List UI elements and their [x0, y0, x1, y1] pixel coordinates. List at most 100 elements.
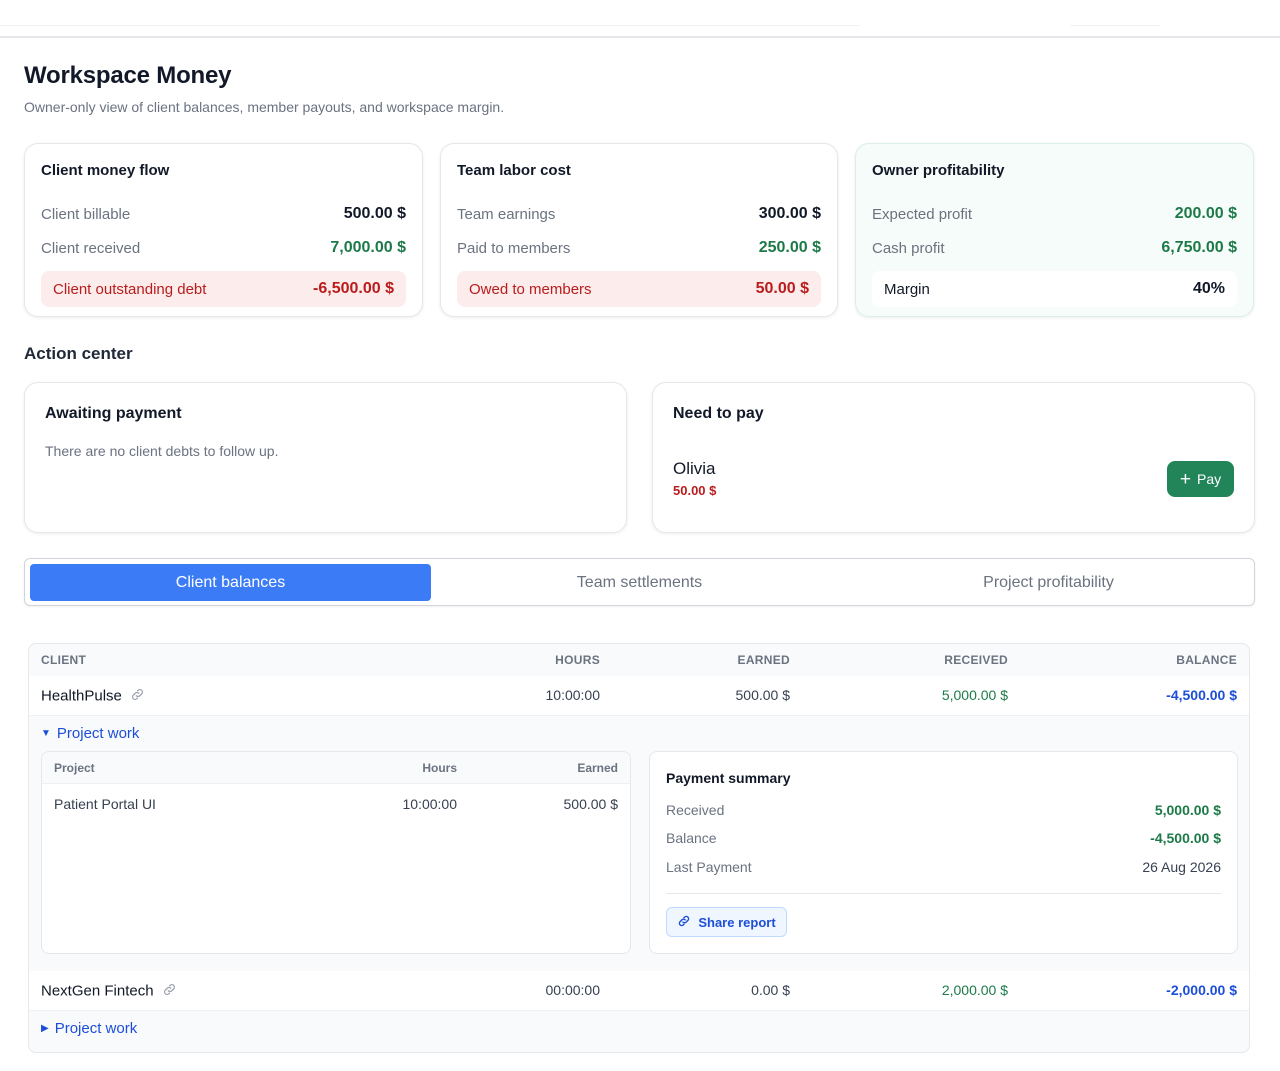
project-work-toggle[interactable]: ▶ Project work [41, 1020, 137, 1037]
client-name-cell: HealthPulse [41, 687, 145, 706]
client-debt-value: -6,500.00 $ [313, 280, 394, 297]
payment-balance-row: Balance -4,500.00 $ [666, 830, 1221, 850]
tab-project-profitability[interactable]: Project profitability [848, 564, 1249, 601]
client-outstanding-debt-row: Client outstanding debt -6,500.00 $ [41, 271, 406, 307]
link-icon[interactable] [130, 687, 145, 706]
hours-cell: 10:00:00 [545, 687, 601, 703]
client-received-row: Client received 7,000.00 $ [41, 231, 406, 265]
owed-to-members-label: Owed to members [469, 280, 592, 298]
expected-profit-label: Expected profit [872, 205, 973, 223]
project-earned: 500.00 $ [563, 796, 619, 812]
cash-profit-label: Cash profit [872, 239, 945, 257]
project-hours: 10:00:00 [402, 796, 458, 812]
view-tabs: Client balances Team settlements Project… [24, 558, 1255, 606]
hours-cell: 00:00:00 [545, 982, 601, 998]
page-title: Workspace Money [24, 62, 232, 89]
paid-to-members-label: Paid to members [457, 239, 571, 257]
client-name: NextGen Fintech [41, 982, 154, 1000]
team-labor-cost-card: Team labor cost Team earnings 300.00 $ P… [440, 143, 838, 317]
client-billable-label: Client billable [41, 205, 131, 223]
table-row: NextGen Fintech 00:00:00 0.00 $ 2,000.00… [29, 971, 1249, 1011]
caret-down-icon: ▼ [41, 728, 51, 739]
share-report-button[interactable]: Share report [666, 907, 787, 937]
team-earnings-label: Team earnings [457, 205, 556, 223]
received-cell: 2,000.00 $ [941, 982, 1008, 998]
awaiting-payment-card: Awaiting payment There are no client deb… [24, 382, 627, 533]
team-earnings-value: 300.00 $ [758, 205, 821, 222]
payment-received-row: Received 5,000.00 $ [666, 802, 1221, 822]
payment-received-value: 5,000.00 $ [1154, 802, 1221, 818]
received-cell: 5,000.00 $ [941, 687, 1008, 703]
project-work-toggle[interactable]: ▼ Project work [41, 725, 139, 742]
project-detail-header: Project Hours Earned [42, 752, 630, 784]
card-title: Team labor cost [457, 162, 571, 179]
expected-profit-row: Expected profit 200.00 $ [872, 197, 1237, 231]
last-payment-label: Last Payment [666, 859, 752, 875]
pay-button[interactable]: + Pay [1167, 461, 1234, 497]
pay-button-label: Pay [1196, 471, 1222, 487]
client-name-cell: NextGen Fintech [41, 982, 177, 1001]
cash-profit-row: Cash profit 6,750.00 $ [872, 231, 1237, 265]
column-header-project-hours: Hours [422, 761, 457, 775]
payment-summary-title: Payment summary [666, 770, 791, 786]
cash-profit-value: 6,750.00 $ [1161, 239, 1237, 256]
tab-client-balances[interactable]: Client balances [30, 564, 431, 601]
last-payment-row: Last Payment 26 Aug 2026 [666, 859, 1221, 879]
project-work-label: Project work [54, 1020, 138, 1037]
team-earnings-row: Team earnings 300.00 $ [457, 197, 821, 231]
column-header-client: CLIENT [41, 653, 87, 667]
client-received-value: 7,000.00 $ [330, 239, 406, 256]
paid-to-members-row: Paid to members 250.00 $ [457, 231, 821, 265]
awaiting-payment-title: Awaiting payment [45, 405, 182, 422]
client-name: HealthPulse [41, 687, 122, 705]
card-title: Client money flow [41, 162, 170, 179]
project-detail-table: Project Hours Earned Patient Portal UI 1… [41, 751, 631, 954]
client-billable-value: 500.00 $ [343, 205, 406, 222]
payee-name: Olivia [673, 459, 716, 478]
client-balances-table: CLIENT HOURS EARNED RECEIVED BALANCE Hea… [28, 643, 1250, 1053]
column-header-project-earned: Earned [577, 761, 618, 775]
column-header-balance: BALANCE [1176, 653, 1237, 667]
payment-balance-label: Balance [666, 830, 717, 846]
table-row: HealthPulse 10:00:00 500.00 $ 5,000.00 $… [29, 676, 1249, 716]
balance-cell: -2,000.00 $ [1166, 982, 1237, 998]
column-header-received: RECEIVED [944, 653, 1008, 667]
project-name: Patient Portal UI [54, 796, 156, 812]
column-header-project: Project [54, 761, 95, 775]
client-money-flow-card: Client money flow Client billable 500.00… [24, 143, 423, 317]
owed-to-members-value: 50.00 $ [755, 280, 809, 297]
column-header-hours: HOURS [555, 653, 600, 667]
need-to-pay-card: Need to pay Olivia 50.00 $ + Pay [652, 382, 1255, 533]
plus-icon: + [1179, 468, 1191, 490]
earned-cell: 500.00 $ [735, 687, 791, 703]
top-bar-divider [1070, 25, 1160, 26]
link-icon [677, 914, 691, 931]
payment-balance-value: -4,500.00 $ [1150, 830, 1221, 846]
paid-to-members-value: 250.00 $ [758, 239, 821, 256]
payment-received-label: Received [666, 802, 725, 818]
top-bar [0, 0, 1280, 38]
need-to-pay-title: Need to pay [673, 405, 764, 422]
project-work-label: Project work [56, 725, 140, 742]
balance-cell: -4,500.00 $ [1166, 687, 1237, 703]
margin-row: Margin 40% [872, 271, 1237, 307]
payment-summary-card: Payment summary Received 5,000.00 $ Bala… [649, 751, 1238, 954]
owed-to-members-row: Owed to members 50.00 $ [457, 271, 821, 307]
awaiting-payment-empty-text: There are no client debts to follow up. [45, 443, 279, 459]
tab-team-settlements[interactable]: Team settlements [439, 564, 840, 601]
last-payment-value: 26 Aug 2026 [1142, 859, 1221, 875]
caret-right-icon: ▶ [41, 1023, 49, 1034]
link-icon[interactable] [162, 982, 177, 1001]
client-received-label: Client received [41, 239, 141, 257]
client-billable-row: Client billable 500.00 $ [41, 197, 406, 231]
page-subtitle: Owner-only view of client balances, memb… [24, 99, 505, 115]
margin-label: Margin [884, 280, 930, 298]
card-title: Owner profitability [872, 162, 1005, 179]
share-report-label: Share report [698, 914, 776, 930]
margin-value: 40% [1192, 280, 1225, 297]
payee-amount: 50.00 $ [673, 483, 717, 498]
divider [666, 893, 1221, 894]
client-debt-label: Client outstanding debt [53, 280, 207, 298]
earned-cell: 0.00 $ [751, 982, 790, 998]
top-bar-divider [0, 25, 860, 26]
